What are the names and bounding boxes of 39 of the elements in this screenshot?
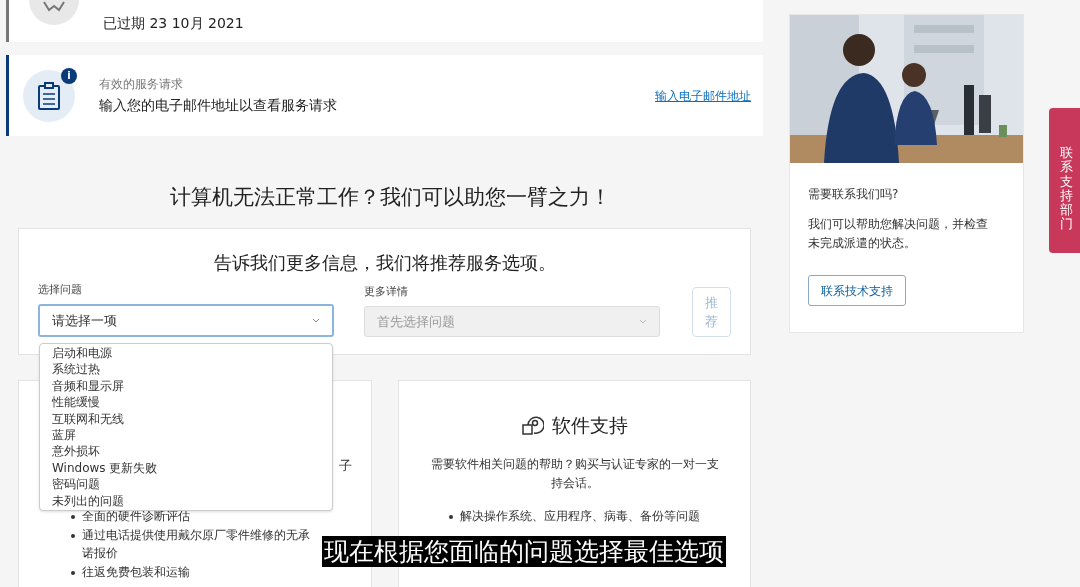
card-title: 需要联系我们吗? [808,186,900,203]
field-label: 更多详情 [364,283,409,300]
dropdown-option[interactable]: 性能缓慢 [52,394,332,411]
dropdown-option[interactable]: 互联网和无线 [52,410,332,428]
dropdown-option[interactable]: 密码问题 [52,476,332,493]
card-title: 软件支持 [551,412,628,438]
card-label: 有效的服务请求 [99,76,184,93]
bullet-text: 全面的硬件诊断评估 [82,507,191,525]
card-text: 子 [339,456,352,475]
bullet-icon [71,570,75,575]
expiry-date: 已过期 23 10月 2021 [103,14,244,33]
dropdown-option[interactable]: 系统过热 [52,361,332,378]
dropdown-option[interactable]: 蓝屏 [52,427,332,444]
bullet-icon [71,514,75,519]
email-link[interactable]: 输入电子邮件地址 [655,86,751,105]
card-description: 需要软件相关问题的帮助？购买与认证专家的一对一支持会话。 [429,456,720,492]
card-text: 输入您的电子邮件地址以查看服务请求 [99,96,338,115]
video-subtitle: 现在根据您面临的问题选择最佳选项 [322,536,726,567]
info-badge: i [61,67,77,84]
chevron-icon [312,318,320,323]
dropdown-option[interactable]: Windows 更新失败 [52,459,332,477]
dropdown-option[interactable]: 意外损坏 [52,443,332,460]
form-title: 告诉我们更多信息，我们将推荐服务选项。 [212,250,557,275]
page-heading: 计算机无法正常工作？我们可以助您一臂之力！ [169,184,612,211]
bullet-text: 解决操作系统、应用程序、病毒、备份等问题 [460,508,700,525]
dropdown-option[interactable]: 未列出的问题 [52,492,332,510]
bullet-text: 通过电话提供使用戴尔原厂零件维修的无承诺报价 [82,526,311,562]
bullet-icon [449,515,453,519]
dropdown-option[interactable]: 音频和显示屏 [52,377,332,395]
field-label: 选择问题 [38,281,83,298]
issue-select[interactable]: 请选择一项 [38,304,334,337]
bullet-icon [71,533,75,538]
dropdown-option[interactable]: 启动和电源 [52,345,332,362]
card-text: 我们可以帮助您解决问题，并检查未完成派遣的状态。 [808,216,989,252]
chevron-icon [639,319,647,324]
clipboard-icon [23,69,75,122]
contact-support-button[interactable]: 联系技术支持 [808,275,906,306]
bullet-text: 往返免费包装和运输 [82,563,191,581]
contact-side-tab[interactable]: 联系支持部门 [1049,108,1080,253]
